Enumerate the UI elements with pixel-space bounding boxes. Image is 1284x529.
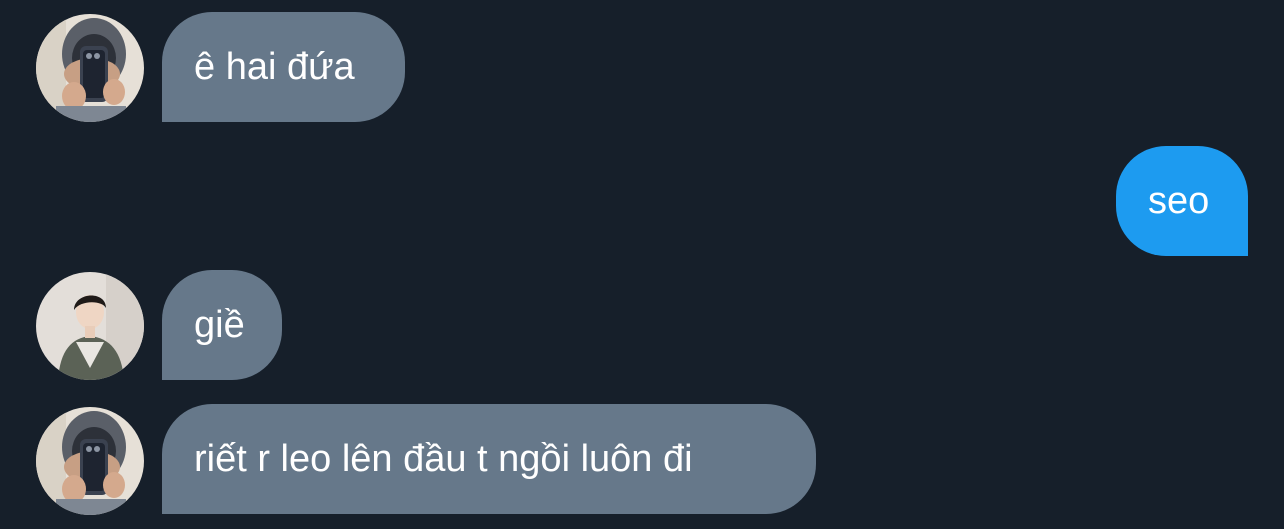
mirror-selfie-avatar-image [36,407,144,515]
sender-avatar[interactable] [36,14,144,122]
incoming-message-bubble[interactable]: giề [162,270,282,380]
message-thread: ê hai đứa seo giề riết r leo lên đầu t n… [0,0,1284,529]
message-text: giề [194,303,245,346]
message-text: riết r leo lên đầu t ngồi luôn đi [194,437,693,480]
incoming-message-bubble[interactable]: riết r leo lên đầu t ngồi luôn đi [162,404,816,514]
sender-avatar[interactable] [36,407,144,515]
message-text: ê hai đứa [194,45,355,88]
message-text: seo [1148,179,1210,222]
portrait-avatar-image [36,272,144,380]
incoming-message-bubble[interactable]: ê hai đứa [162,12,405,122]
sender-avatar[interactable] [36,272,144,380]
outgoing-message-bubble[interactable]: seo [1116,146,1248,256]
mirror-selfie-avatar-image [36,14,144,122]
